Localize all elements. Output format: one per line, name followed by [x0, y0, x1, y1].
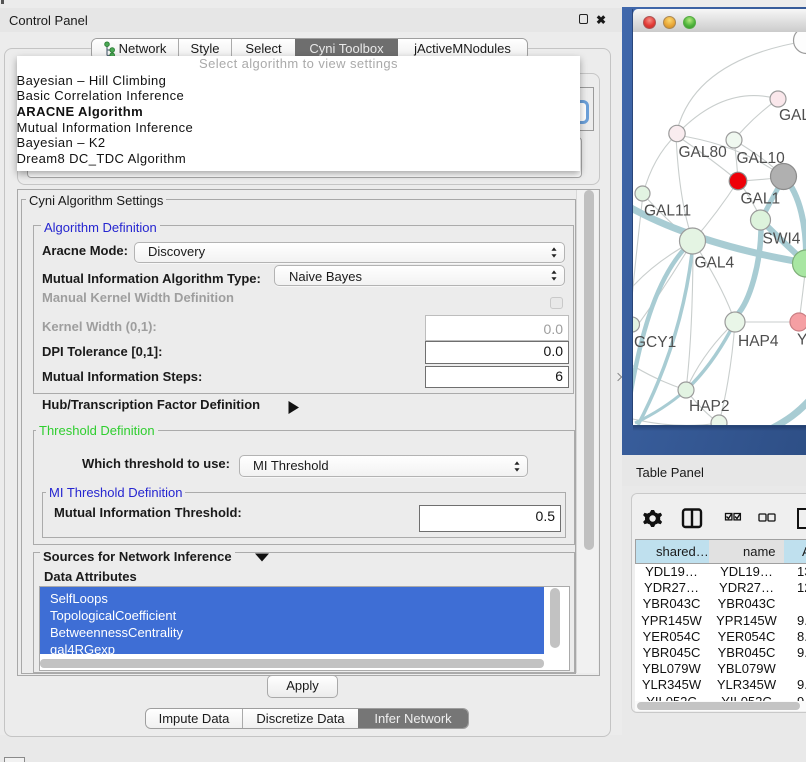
- svg-text:HAP2: HAP2: [689, 398, 730, 415]
- svg-text:GAL11: GAL11: [644, 203, 691, 220]
- svg-text:HAP4: HAP4: [738, 333, 779, 350]
- svg-text:GCY1: GCY1: [634, 334, 676, 351]
- svg-text:GAL4: GAL4: [695, 255, 735, 272]
- svg-text:GAL10: GAL10: [737, 150, 786, 167]
- svg-text:GAL80: GAL80: [679, 144, 728, 161]
- svg-text:GAL1: GAL1: [741, 191, 781, 208]
- svg-text:GAL: GAL: [779, 107, 806, 124]
- svg-text:SWI4: SWI4: [763, 231, 801, 248]
- svg-text:Y: Y: [797, 332, 806, 349]
